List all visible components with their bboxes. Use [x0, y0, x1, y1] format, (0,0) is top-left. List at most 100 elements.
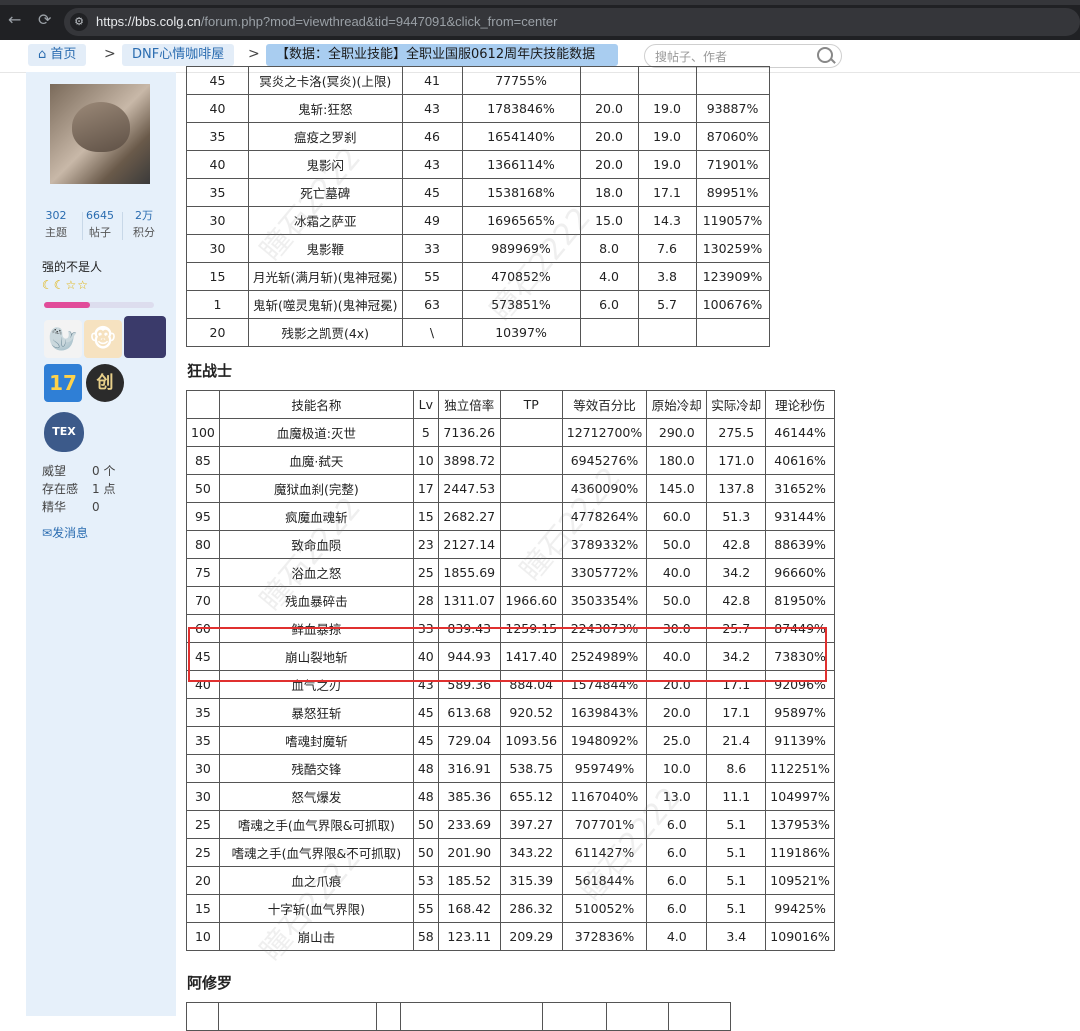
- table-row: 85 血魔·弑天 10 3898.72 6945276% 180.0 171.0 40616%: [186, 446, 835, 475]
- stat-posts[interactable]: 6645 帖子: [82, 208, 118, 242]
- table-header-row: 技能名称 Lv 独立倍率 TP 等效百分比 原始冷却 实际冷却 理论秒伤: [186, 390, 835, 419]
- table-cell: [579, 66, 639, 95]
- table-cell: 6.0: [646, 894, 708, 923]
- breadcrumb-thread[interactable]: 【数据：全职业技能】全职业国服0612周年庆技能数据表（...: [266, 44, 618, 66]
- back-icon[interactable]: ←: [8, 11, 21, 29]
- breadcrumb-home-label: 首页: [50, 47, 77, 62]
- table-cell: 残影之凯贾(4x): [248, 318, 403, 347]
- user-properties: 威望 0 个 存在感 1 点 精华 0: [42, 462, 115, 516]
- avatar[interactable]: [50, 84, 150, 184]
- table-cell: 1639843%: [561, 698, 648, 727]
- table-cell: 25: [186, 838, 220, 867]
- table-cell: 1311.07: [437, 586, 501, 615]
- table-cell: 137953%: [765, 810, 835, 839]
- seal-badge-icon[interactable]: 🦭: [44, 320, 82, 358]
- table-cell: 109521%: [765, 866, 835, 895]
- username[interactable]: 强的不是人: [42, 258, 102, 275]
- table-row: 25 嗜魂之手(血气界限&不可抓取) 50 201.90 343.22 611427% 6.…: [186, 838, 835, 867]
- table-cell: 611427%: [561, 838, 648, 867]
- stat-points[interactable]: 2万 积分: [126, 208, 162, 242]
- send-message-link[interactable]: ✉发消息: [42, 524, 88, 541]
- url-text[interactable]: https://bbs.colg.cn/forum.php?mod=viewth…: [96, 14, 557, 30]
- table-cell: 20.0: [579, 150, 639, 179]
- table-cell: 3503354%: [561, 586, 648, 615]
- breadcrumb-forum[interactable]: DNF心情咖啡屋: [122, 44, 235, 66]
- reload-icon[interactable]: ⟳: [38, 11, 51, 29]
- skill-table-previous: 45 冥炎之卡洛(冥炎)(上限) 41 77755% 40 鬼斩:狂怒 43 1783846%…: [186, 66, 770, 347]
- table-cell: 45: [186, 66, 249, 95]
- table-cell: 40: [186, 150, 249, 179]
- table-cell: 42.8: [706, 586, 767, 615]
- table-cell: 8.6: [706, 754, 767, 783]
- table-cell: 58: [412, 922, 439, 951]
- stat-topics[interactable]: 302 主题: [38, 208, 74, 242]
- table-cell: 145.0: [646, 474, 708, 503]
- url-path: /forum.php?mod=viewthread&tid=9447091&cl…: [200, 14, 558, 29]
- prop-row: 精华 0: [42, 498, 115, 516]
- table-cell: \: [401, 318, 463, 347]
- table-cell: 4360090%: [561, 474, 648, 503]
- table-cell: 372836%: [561, 922, 648, 951]
- table-cell: 93887%: [695, 94, 770, 123]
- table-row: 30 怒气爆发 48 385.36 655.12 1167040% 13.0 11.1 1049…: [186, 782, 835, 811]
- site-info-icon[interactable]: ⚙: [70, 13, 88, 31]
- table-cell: 34.2: [706, 558, 767, 587]
- table-cell: 5.7: [637, 290, 697, 319]
- stat-value: 6645: [86, 209, 114, 222]
- table-cell: 99425%: [765, 894, 835, 923]
- character-badge-icon[interactable]: [124, 316, 166, 358]
- table-cell: 血魔极道:灭世: [218, 418, 414, 447]
- table-cell: 41: [401, 66, 463, 95]
- table-cell: 10.0: [646, 754, 708, 783]
- breadcrumb-home[interactable]: ⌂ 首页: [28, 44, 87, 66]
- table-cell: 1966.60: [499, 586, 563, 615]
- address-bar[interactable]: ⚙ https://bbs.colg.cn/forum.php?mod=view…: [64, 8, 1080, 36]
- table-cell: 315.39: [499, 866, 563, 895]
- table-row: 40 鬼斩:狂怒 43 1783846% 20.0 19.0 93887%: [186, 94, 770, 123]
- monkey-badge-icon[interactable]: 🐵: [84, 320, 122, 358]
- table-cell: 286.32: [499, 894, 563, 923]
- table-cell: 201.90: [437, 838, 501, 867]
- table-cell: 17.1: [637, 178, 697, 207]
- table-cell: 89951%: [695, 178, 770, 207]
- table-cell: 17.1: [706, 698, 767, 727]
- user-profile-sidebar: 302 主题 6645 帖子 2万 积分 强的不是人 ☾☾☆☆ 🦭 🐵 17 创…: [26, 72, 176, 1016]
- table-cell: 119057%: [695, 206, 770, 235]
- badge-17[interactable]: 17: [44, 364, 82, 402]
- table-cell: 19.0: [637, 122, 697, 151]
- table-cell: 7.6: [637, 234, 697, 263]
- skill-table-asura: [186, 1002, 731, 1031]
- table-cell: 85: [186, 446, 220, 475]
- table-row: 70 残血暴碎击 28 1311.07 1966.60 3503354% 50.0 42.8 8…: [186, 586, 835, 615]
- table-cell: 35: [186, 178, 249, 207]
- table-cell: 3.4: [706, 922, 767, 951]
- table-cell: 6.0: [646, 838, 708, 867]
- search-icon[interactable]: [817, 47, 833, 63]
- level-progress-fill: [44, 302, 91, 308]
- table-cell: 180.0: [646, 446, 708, 475]
- table-cell: 冰霜之萨亚: [248, 206, 403, 235]
- table-cell: 1948092%: [561, 726, 648, 755]
- table-cell: 3898.72: [437, 446, 501, 475]
- table-cell: 嗜魂之手(血气界限&不可抓取): [218, 838, 414, 867]
- user-stats: 302 主题 6645 帖子 2万 积分: [26, 208, 176, 248]
- table-cell: 50.0: [646, 586, 708, 615]
- badge-tex[interactable]: TEX: [44, 412, 84, 452]
- table-cell: 冥炎之卡洛(冥炎)(上限): [248, 66, 403, 95]
- table-cell: 20: [186, 318, 249, 347]
- table-row: 30 鬼影鞭 33 989969% 8.0 7.6 130259%: [186, 234, 770, 263]
- send-message-label: 发消息: [52, 526, 89, 540]
- stat-value: 2万: [135, 209, 153, 222]
- table-cell: 1538168%: [461, 178, 581, 207]
- table-cell: 42.8: [706, 530, 767, 559]
- table-cell: 4.0: [646, 922, 708, 951]
- table-cell: 50: [412, 810, 439, 839]
- table-cell: 30: [186, 206, 249, 235]
- table-cell: 11.1: [706, 782, 767, 811]
- search-input[interactable]: 搜帖子、作者: [644, 44, 842, 68]
- table-cell: 233.69: [437, 810, 501, 839]
- badge-chuang[interactable]: 创: [86, 364, 124, 402]
- divider: [122, 212, 123, 240]
- table-cell: 17: [412, 474, 439, 503]
- header-cell: 实际冷却: [706, 390, 767, 419]
